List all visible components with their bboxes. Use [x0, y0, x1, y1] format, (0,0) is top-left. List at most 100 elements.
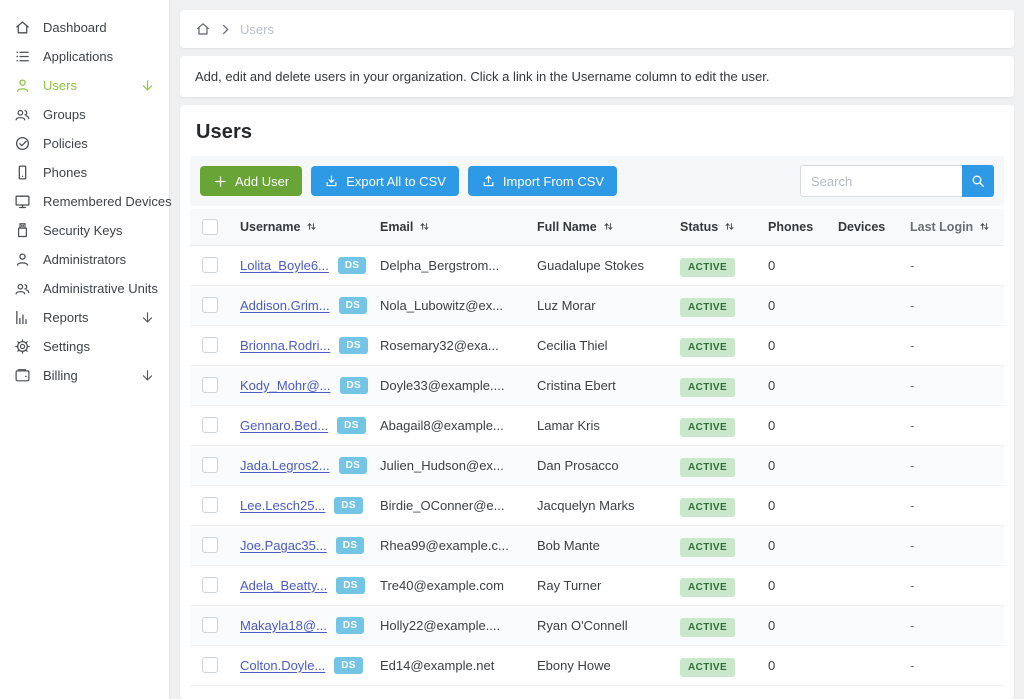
status-badge: ACTIVE	[680, 258, 735, 277]
toolbar: Add User Export All to CSV Import From C…	[190, 156, 1004, 206]
row-checkbox[interactable]	[202, 297, 218, 313]
status-badge: ACTIVE	[680, 378, 735, 397]
sidebar-item-security-keys[interactable]: Security Keys	[0, 216, 169, 245]
phones-cell: 0	[768, 285, 838, 325]
fullname-cell: Cecilia Thiel	[537, 325, 680, 365]
username-link[interactable]: Addison.Grim...	[240, 298, 330, 313]
username-link[interactable]: Adela_Beatty...	[240, 578, 327, 593]
row-checkbox[interactable]	[202, 617, 218, 633]
applications-icon	[14, 48, 31, 65]
email-cell: Ed14@example.net	[380, 645, 537, 685]
import-csv-button[interactable]: Import From CSV	[468, 166, 617, 196]
column-header-phones: Phones	[768, 209, 838, 245]
devices-cell	[838, 285, 910, 325]
row-checkbox[interactable]	[202, 457, 218, 473]
username-link[interactable]: Brionna.Rodri...	[240, 338, 330, 353]
sidebar-item-dashboard[interactable]: Dashboard	[0, 13, 169, 42]
table-row: Gennaro.Bed...DS Abagail8@example... Lam…	[190, 405, 1004, 445]
lastlogin-cell: -	[910, 565, 1004, 605]
table-row: Joe.Pagac35...DS Rhea99@example.c... Bob…	[190, 525, 1004, 565]
table-row: Colton.Doyle...DS Ed14@example.net Ebony…	[190, 645, 1004, 685]
lastlogin-cell: -	[910, 365, 1004, 405]
fullname-cell: Guadalupe Stokes	[537, 245, 680, 285]
phones-cell: 0	[768, 565, 838, 605]
username-link[interactable]: Lolita_Boyle6...	[240, 258, 329, 273]
status-badge: ACTIVE	[680, 458, 735, 477]
row-checkbox[interactable]	[202, 577, 218, 593]
table-header-row: Username Email Full Name Status Phones D…	[190, 209, 1004, 245]
phones-cell: 0	[768, 525, 838, 565]
lastlogin-cell: -	[910, 405, 1004, 445]
email-cell: Julien_Hudson@ex...	[380, 445, 537, 485]
lastlogin-cell: -	[910, 605, 1004, 645]
ds-badge: DS	[334, 657, 363, 674]
search-input[interactable]	[800, 165, 962, 197]
chevron-down-icon	[140, 310, 155, 325]
page-title: Users	[190, 105, 1004, 156]
devices-cell	[838, 405, 910, 445]
sidebar-item-remembered-devices[interactable]: Remembered Devices	[0, 187, 169, 216]
sidebar-item-policies[interactable]: Policies	[0, 129, 169, 158]
devices-cell	[838, 485, 910, 525]
ds-badge: DS	[336, 617, 365, 634]
home-icon[interactable]	[195, 21, 211, 37]
row-checkbox[interactable]	[202, 337, 218, 353]
phones-cell: 0	[768, 445, 838, 485]
security-key-icon	[14, 222, 31, 239]
sidebar-item-reports[interactable]: Reports	[0, 303, 169, 332]
column-header-devices: Devices	[838, 209, 910, 245]
column-header-lastlogin[interactable]: Last Login	[910, 209, 1004, 245]
username-link[interactable]: Lee.Lesch25...	[240, 498, 325, 513]
home-icon	[14, 19, 31, 36]
row-checkbox[interactable]	[202, 257, 218, 273]
sort-icon	[723, 220, 736, 233]
username-link[interactable]: Gennaro.Bed...	[240, 418, 328, 433]
column-header-email[interactable]: Email	[380, 209, 537, 245]
ds-badge: DS	[340, 377, 369, 394]
ds-badge: DS	[338, 257, 367, 274]
row-checkbox[interactable]	[202, 657, 218, 673]
sort-icon	[978, 220, 991, 233]
username-link[interactable]: Colton.Doyle...	[240, 658, 325, 673]
lastlogin-cell: -	[910, 525, 1004, 565]
billing-icon	[14, 367, 31, 384]
breadcrumb: Users	[180, 10, 1014, 48]
export-csv-button[interactable]: Export All to CSV	[311, 166, 459, 196]
email-cell: Abagail8@example...	[380, 405, 537, 445]
lastlogin-cell: -	[910, 285, 1004, 325]
row-checkbox[interactable]	[202, 537, 218, 553]
username-link[interactable]: Makayla18@...	[240, 618, 327, 633]
sidebar-item-administrators[interactable]: Administrators	[0, 245, 169, 274]
sidebar-item-billing[interactable]: Billing	[0, 361, 169, 390]
sidebar-item-phones[interactable]: Phones	[0, 158, 169, 187]
username-link[interactable]: Joe.Pagac35...	[240, 538, 327, 553]
search-button[interactable]	[962, 165, 994, 197]
row-checkbox[interactable]	[202, 377, 218, 393]
status-badge: ACTIVE	[680, 538, 735, 557]
row-checkbox[interactable]	[202, 417, 218, 433]
column-header-fullname[interactable]: Full Name	[537, 209, 680, 245]
username-link[interactable]: Kody_Mohr@...	[240, 378, 331, 393]
sidebar-item-administrative-units[interactable]: Administrative Units	[0, 274, 169, 303]
sidebar-item-users[interactable]: Users	[0, 71, 169, 100]
devices-cell	[838, 325, 910, 365]
column-header-username[interactable]: Username	[240, 209, 380, 245]
status-badge: ACTIVE	[680, 298, 735, 317]
sidebar-item-applications[interactable]: Applications	[0, 42, 169, 71]
table-row: Kody_Mohr@...DS Doyle33@example.... Cris…	[190, 365, 1004, 405]
sidebar-item-settings[interactable]: Settings	[0, 332, 169, 361]
phones-cell: 0	[768, 405, 838, 445]
sidebar-item-groups[interactable]: Groups	[0, 100, 169, 129]
phones-cell: 0	[768, 245, 838, 285]
plus-icon	[213, 174, 228, 189]
row-checkbox[interactable]	[202, 497, 218, 513]
table-row: Addison.Grim...DS Nola_Lubowitz@ex... Lu…	[190, 285, 1004, 325]
sort-icon	[305, 220, 318, 233]
select-all-checkbox[interactable]	[202, 219, 218, 235]
add-user-button[interactable]: Add User	[200, 166, 302, 196]
fullname-cell: Cristina Ebert	[537, 365, 680, 405]
username-link[interactable]: Jada.Legros2...	[240, 458, 330, 473]
ds-badge: DS	[336, 577, 365, 594]
app-window: Dashboard Applications Users Groups Poli…	[0, 0, 1024, 699]
column-header-status[interactable]: Status	[680, 209, 768, 245]
